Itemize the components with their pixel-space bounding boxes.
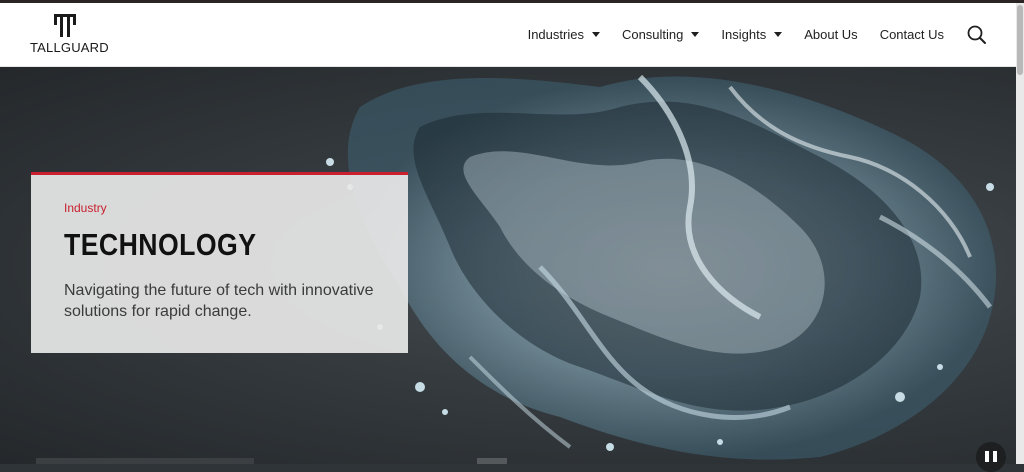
nav-label: Industries	[527, 27, 584, 42]
nav-item-insights[interactable]: Insights	[721, 27, 783, 42]
nav-item-industries[interactable]: Industries	[528, 27, 600, 42]
pause-button[interactable]	[976, 442, 1006, 472]
hero-title: TECHNOLOGY	[64, 227, 257, 262]
nav-item-about-us[interactable]: About Us	[804, 27, 857, 42]
brand-logo[interactable]: TALLGUARD	[30, 13, 110, 59]
pause-icon	[993, 451, 997, 462]
page-scrollbar[interactable]	[1016, 3, 1024, 464]
slide-progress-bar	[36, 458, 254, 464]
hero-section: Industry TECHNOLOGY Navigating the futur…	[0, 67, 1016, 464]
logo-mark-icon	[54, 14, 76, 37]
site-header: TALLGUARD Industries Consulting Insights…	[0, 3, 1016, 67]
nav-item-consulting[interactable]: Consulting	[621, 27, 700, 42]
hero-description: Navigating the future of tech with innov…	[64, 282, 374, 320]
chevron-down-icon	[774, 32, 783, 37]
slide-indicator[interactable]	[477, 458, 507, 464]
nav-label: Insights	[721, 27, 767, 42]
nav-label: Consulting	[621, 27, 684, 42]
main-nav: Industries Consulting Insights About Us …	[528, 3, 1016, 66]
hero-card: Industry TECHNOLOGY Navigating the futur…	[31, 172, 408, 353]
chevron-down-icon	[591, 32, 600, 37]
scrollbar-thumb[interactable]	[1017, 5, 1023, 75]
chevron-down-icon	[691, 32, 700, 37]
brand-name: TALLGUARD	[30, 40, 109, 55]
nav-label: Contact Us	[879, 27, 944, 42]
hero-eyebrow: Industry	[64, 201, 107, 215]
search-icon	[967, 25, 986, 44]
nav-label: About Us	[804, 27, 858, 42]
pause-icon	[985, 451, 989, 462]
nav-item-contact-us[interactable]: Contact Us	[880, 27, 944, 42]
search-button[interactable]	[966, 24, 988, 46]
